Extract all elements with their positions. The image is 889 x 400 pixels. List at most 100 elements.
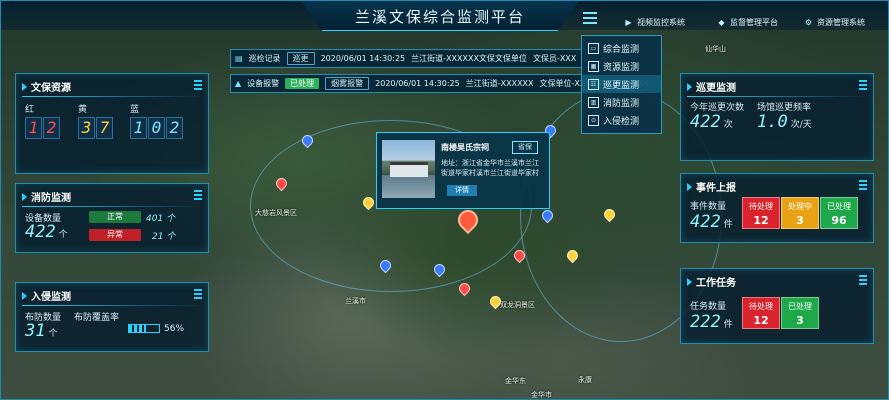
digit-blue: 2 [166, 117, 183, 139]
patrol-icon: ☷ [588, 78, 599, 90]
map-label-jinhuadong: 金华东 [505, 377, 526, 385]
panel-title: 入侵监测 [22, 288, 71, 303]
page-title: 兰溪文保综合监测平台 [354, 8, 525, 26]
panel-intrusion: 入侵监测 布防数量 31 个 布防覆盖率 56% [15, 282, 209, 352]
intrusion-icon: ⊙ [588, 114, 599, 126]
notice-text: 兰江街道-XXXXXX文保文保单位 [411, 54, 527, 63]
site-photo [382, 140, 435, 198]
notice-status-tag: 已处理 [285, 78, 320, 89]
menu-item-label: 巡更监测 [603, 80, 640, 91]
coverage-label: 布防覆盖率 [74, 313, 120, 323]
map-pin-red[interactable] [456, 280, 473, 297]
label-blue: 蓝 [130, 105, 140, 115]
resource-icon: ▦ [588, 60, 599, 72]
panel-fire: 消防监测 设备数量 422 个 正常 401 个 异常 21 个 [15, 183, 209, 253]
clipboard-icon: ▤ [235, 54, 243, 63]
site-name: 南楼吴氏宗祠 [441, 143, 489, 152]
map-label-lanxi: 兰溪市 [345, 297, 366, 305]
task-done-box[interactable]: 已处理 3 [781, 297, 819, 329]
nav-label: 监督管理平台 [730, 18, 778, 27]
site-address: 地址：浙江省金华市兰溪市兰江街道毕家村溪市兰江街道毕家村 [441, 159, 539, 177]
event-pending-box[interactable]: 待处理 12 [742, 197, 780, 229]
status-abnormal-value: 21 个 [152, 232, 176, 242]
menu-icon[interactable] [583, 12, 597, 24]
panel-title: 巡更监测 [687, 79, 736, 94]
task-count-label: 任务数量 [690, 302, 727, 312]
menu-item-patrol[interactable]: ☷ 巡更监测 [582, 75, 661, 93]
notice-person: 文保员-XXX [532, 54, 577, 63]
video-icon: ▶ [625, 18, 632, 27]
site-popup: 南楼吴氏宗祠 省保 地址：浙江省金华市兰溪市兰江街道毕家村溪市兰江街道毕家村 详… [376, 132, 550, 209]
module-dropdown: ▭ 综合监测 ▦ 资源监测 ☷ 巡更监测 ▥ 消防监测 ⊙ 入侵检测 [581, 35, 662, 134]
patrol-freq-value: 1.0 次/天 [757, 112, 812, 132]
map-label-xianhua: 仙华山 [705, 45, 726, 53]
panel-corner-mark [859, 80, 867, 90]
panel-corner-mark [859, 180, 867, 190]
menu-item-fire[interactable]: ▥ 消防监测 [582, 93, 661, 111]
notice-text: 兰江街道-XXXXXX [465, 79, 534, 88]
map-label-yongkang: 永康 [578, 376, 592, 384]
digit-red: 2 [43, 117, 60, 139]
label-yellow: 黄 [78, 105, 88, 115]
task-count-value: 222 件 [690, 312, 733, 332]
status-abnormal-badge: 异常 [89, 229, 141, 241]
notice-name: 巡检记录 [248, 54, 281, 63]
panel-heritage: 文保资源 红 黄 蓝 1 2 3 7 1 0 2 [15, 73, 209, 174]
menu-item-label: 资源监测 [603, 62, 640, 73]
event-count-label: 事件数量 [690, 202, 727, 212]
panel-corner-mark [859, 275, 867, 285]
label-red: 红 [25, 105, 35, 115]
menu-item-comprehensive[interactable]: ▭ 综合监测 [582, 39, 661, 57]
task-pending-box[interactable]: 待处理 12 [742, 297, 780, 329]
menu-item-label: 消防监测 [603, 98, 640, 109]
device-count-value: 422 个 [25, 222, 68, 242]
notice-device-alarm[interactable]: ▲ 设备报警 已处理 烟雾报警 2020/06/01 14:30:25 兰江街道… [230, 74, 649, 93]
coverage-percent: 56% [164, 324, 185, 334]
menu-item-label: 入侵检测 [603, 116, 640, 127]
fire-icon: ▥ [588, 96, 599, 108]
panel-corner-mark [194, 80, 202, 90]
panel-tasks: 工作任务 任务数量 222 件 待处理 12 已处理 3 [680, 268, 874, 344]
panel-events: 事件上报 事件数量 422 件 待处理 12 处理中 3 已处理 96 [680, 173, 874, 243]
event-done-box[interactable]: 已处理 96 [820, 197, 858, 229]
coverage-progress-fill [129, 325, 146, 332]
panel-corner-mark [194, 289, 202, 299]
nav-resource[interactable]: ⚙ 资源管理系统 [804, 15, 865, 30]
coverage-progress-bar [128, 324, 160, 333]
panel-title: 文保资源 [22, 79, 71, 94]
event-count-value: 422 件 [690, 212, 733, 232]
notice-patrol-record[interactable]: ▤ 巡检记录 巡更 2020/06/01 14:30:25 兰江街道-XXXXX… [230, 49, 594, 68]
panel-title: 消防监测 [22, 189, 71, 204]
event-processing-box[interactable]: 处理中 3 [781, 197, 819, 229]
menu-item-intrusion[interactable]: ⊙ 入侵检测 [582, 111, 661, 129]
site-detail-button[interactable]: 详情 [447, 185, 477, 196]
notice-type-tag: 烟雾报警 [325, 77, 370, 90]
gear-icon: ⚙ [804, 18, 813, 27]
notice-time: 2020/06/01 14:30:25 [375, 79, 460, 88]
notice-name: 设备报警 [247, 79, 280, 88]
status-normal-badge: 正常 [89, 211, 141, 223]
warning-icon: ▲ [235, 79, 242, 88]
monitor-icon: ▭ [588, 42, 599, 54]
panel-title: 事件上报 [687, 179, 736, 194]
digit-blue: 1 [130, 117, 147, 139]
notice-time: 2020/06/01 14:30:25 [320, 54, 406, 63]
notice-tag: 巡更 [286, 52, 315, 65]
digit-yellow: 3 [78, 117, 95, 139]
map-label-dacj: 大慈岩风景区 [255, 209, 297, 217]
shield-icon: ◆ [718, 18, 725, 27]
menu-item-label: 综合监测 [603, 44, 640, 55]
panel-corner-mark [194, 190, 202, 200]
menu-item-resource[interactable]: ▦ 资源监测 [582, 57, 661, 75]
nav-supervision[interactable]: ◆ 监督管理平台 [717, 15, 778, 30]
patrol-count-value: 422 次 [690, 112, 733, 132]
nav-video-system[interactable]: ▶ 视频监控系统 [624, 15, 685, 30]
panel-title: 工作任务 [687, 274, 736, 289]
digit-blue: 0 [148, 117, 165, 139]
panel-patrol: 巡更监测 今年巡更次数 422 次 场馆巡更频率 1.0 次/天 [680, 73, 874, 161]
nav-label: 资源管理系统 [817, 18, 865, 27]
nav-label: 视频监控系统 [637, 18, 685, 27]
digit-yellow: 7 [96, 117, 113, 139]
digit-red: 1 [25, 117, 42, 139]
site-level-tag: 省保 [512, 141, 538, 154]
